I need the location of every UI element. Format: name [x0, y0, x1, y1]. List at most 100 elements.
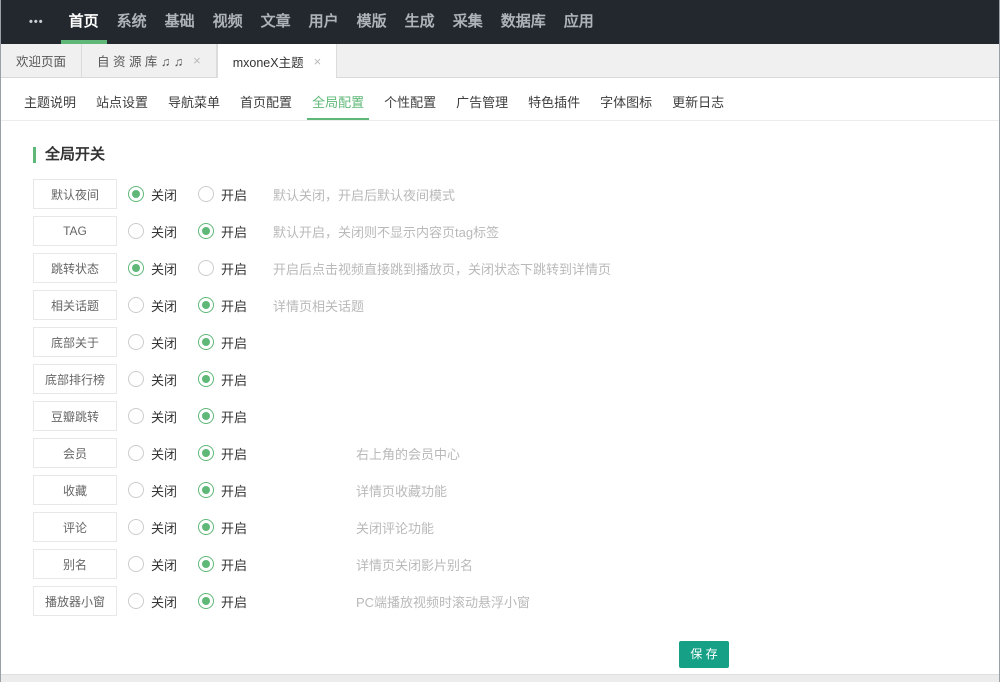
subtab-item[interactable]: 特色插件: [528, 92, 580, 120]
window-tab[interactable]: mxoneX主题×: [217, 44, 337, 78]
setting-row: 跳转状态 关闭 开启 开启后点击视频直接跳到播放页，关闭状态下跳转到详情页: [33, 253, 999, 283]
subtab-item[interactable]: 广告管理: [456, 92, 508, 120]
nav-item[interactable]: 生成: [405, 0, 435, 44]
radio-icon[interactable]: [128, 260, 144, 276]
radio-option-on[interactable]: 开启: [198, 370, 268, 389]
radio-option-on[interactable]: 开启: [198, 481, 268, 500]
settings-rows: 默认夜间 关闭 开启 默认关闭，开启后默认夜间模式 TAG 关闭 开启 默认开启…: [1, 179, 999, 616]
setting-label: 别名: [33, 549, 117, 579]
radio-option-off[interactable]: 关闭: [128, 444, 198, 463]
radio-option-on[interactable]: 开启: [198, 296, 268, 315]
radio-option-on[interactable]: 开启: [198, 185, 268, 204]
setting-label: 会员: [33, 438, 117, 468]
radio-icon[interactable]: [128, 593, 144, 609]
nav-item[interactable]: 采集: [453, 0, 483, 44]
radio-icon[interactable]: [198, 223, 214, 239]
radio-option-off[interactable]: 关闭: [128, 555, 198, 574]
subtab-item[interactable]: 主题说明: [24, 92, 76, 120]
nav-item[interactable]: 数据库: [501, 0, 546, 44]
subtab-item[interactable]: 更新日志: [672, 92, 724, 120]
more-menu-icon[interactable]: •••: [29, 16, 44, 28]
radio-option-off[interactable]: 关闭: [128, 296, 198, 315]
nav-item[interactable]: 应用: [564, 0, 594, 44]
setting-description: 右上角的会员中心: [356, 444, 460, 463]
radio-option-off[interactable]: 关闭: [128, 481, 198, 500]
radio-icon[interactable]: [198, 371, 214, 387]
radio-icon[interactable]: [198, 186, 214, 202]
radio-option-off[interactable]: 关闭: [128, 370, 198, 389]
radio-on-label: 开启: [221, 185, 247, 204]
radio-off-label: 关闭: [151, 185, 177, 204]
subtab-item[interactable]: 个性配置: [384, 92, 436, 120]
subtab-item[interactable]: 导航菜单: [168, 92, 220, 120]
radio-icon[interactable]: [198, 593, 214, 609]
setting-description: 默认关闭，开启后默认夜间模式: [273, 185, 455, 204]
radio-icon[interactable]: [198, 334, 214, 350]
save-button[interactable]: 保 存: [679, 641, 729, 668]
subtab-item[interactable]: 字体图标: [600, 92, 652, 120]
radio-icon[interactable]: [198, 482, 214, 498]
setting-row: 评论 关闭 开启 关闭评论功能: [33, 512, 999, 542]
radio-icon[interactable]: [128, 556, 144, 572]
setting-label: 评论: [33, 512, 117, 542]
radio-icon[interactable]: [128, 334, 144, 350]
radio-icon[interactable]: [128, 186, 144, 202]
radio-option-on[interactable]: 开启: [198, 555, 268, 574]
window-tab[interactable]: 自 资 源 库 ♫ ♫×: [82, 44, 217, 77]
radio-option-off[interactable]: 关闭: [128, 592, 198, 611]
nav-item[interactable]: 视频: [213, 0, 243, 44]
radio-option-off[interactable]: 关闭: [128, 407, 198, 426]
radio-off-label: 关闭: [151, 444, 177, 463]
radio-off-label: 关闭: [151, 555, 177, 574]
window-tab[interactable]: 欢迎页面: [1, 44, 82, 77]
nav-item[interactable]: 系统: [117, 0, 147, 44]
radio-icon[interactable]: [198, 260, 214, 276]
radio-icon[interactable]: [128, 445, 144, 461]
radio-option-on[interactable]: 开启: [198, 592, 268, 611]
radio-icon[interactable]: [128, 297, 144, 313]
radio-icon[interactable]: [198, 519, 214, 535]
nav-item[interactable]: 用户: [309, 0, 339, 44]
setting-description: 详情页关闭影片别名: [356, 555, 473, 574]
radio-off-label: 关闭: [151, 259, 177, 278]
nav-item[interactable]: 首页: [69, 0, 99, 44]
radio-icon[interactable]: [198, 297, 214, 313]
radio-on-label: 开启: [221, 592, 247, 611]
radio-option-off[interactable]: 关闭: [128, 185, 198, 204]
nav-item[interactable]: 文章: [261, 0, 291, 44]
radio-off-label: 关闭: [151, 296, 177, 315]
radio-option-on[interactable]: 开启: [198, 333, 268, 352]
subtab-item[interactable]: 首页配置: [240, 92, 292, 120]
setting-label: 默认夜间: [33, 179, 117, 209]
radio-option-off[interactable]: 关闭: [128, 333, 198, 352]
radio-icon[interactable]: [198, 445, 214, 461]
radio-option-on[interactable]: 开启: [198, 518, 268, 537]
radio-option-on[interactable]: 开启: [198, 222, 268, 241]
setting-row: 会员 关闭 开启 右上角的会员中心: [33, 438, 999, 468]
radio-icon[interactable]: [128, 371, 144, 387]
radio-option-on[interactable]: 开启: [198, 444, 268, 463]
bottom-scrollbar-track[interactable]: [1, 674, 999, 682]
radio-option-on[interactable]: 开启: [198, 407, 268, 426]
radio-icon[interactable]: [198, 556, 214, 572]
setting-description: 默认开启，关闭则不显示内容页tag标签: [273, 222, 499, 241]
nav-item[interactable]: 基础: [165, 0, 195, 44]
radio-icon[interactable]: [128, 408, 144, 424]
subtab-active[interactable]: 全局配置: [307, 92, 369, 120]
radio-option-on[interactable]: 开启: [198, 259, 268, 278]
settings-subtab-bar: 主题说明站点设置导航菜单首页配置全局配置个性配置广告管理特色插件字体图标更新日志: [1, 78, 999, 121]
radio-icon[interactable]: [128, 482, 144, 498]
radio-option-off[interactable]: 关闭: [128, 222, 198, 241]
radio-icon[interactable]: [198, 408, 214, 424]
setting-row: 相关话题 关闭 开启 详情页相关话题: [33, 290, 999, 320]
top-navbar: ••• 首页系统基础视频文章用户模版生成采集数据库应用: [1, 0, 999, 44]
nav-item[interactable]: 模版: [357, 0, 387, 44]
close-tab-icon[interactable]: ×: [314, 55, 322, 68]
radio-icon[interactable]: [128, 223, 144, 239]
close-tab-icon[interactable]: ×: [193, 54, 201, 67]
subtab-item[interactable]: 站点设置: [96, 92, 148, 120]
radio-on-label: 开启: [221, 296, 247, 315]
radio-icon[interactable]: [128, 519, 144, 535]
radio-option-off[interactable]: 关闭: [128, 518, 198, 537]
radio-option-off[interactable]: 关闭: [128, 259, 198, 278]
